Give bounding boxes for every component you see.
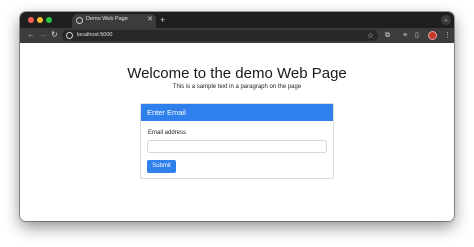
profile-avatar[interactable] bbox=[428, 31, 437, 40]
intro-paragraph: This is a sample text in a paragraph on … bbox=[172, 84, 302, 90]
page-title: Welcome to the demo Web Page bbox=[127, 65, 347, 82]
browser-window: Demo Web Page ✕ + ⌄ ← → ↻ localhost:5000… bbox=[20, 12, 454, 221]
menu-icon[interactable]: ⋮ bbox=[444, 31, 451, 40]
tab-strip: Demo Web Page ✕ + ⌄ bbox=[20, 12, 454, 28]
reload-icon[interactable]: ↻ bbox=[51, 30, 58, 40]
close-window-button[interactable] bbox=[28, 17, 34, 23]
browser-toolbar: ← → ↻ localhost:5000 ☆ ⧉ ≡ ▯ ⋮ bbox=[20, 28, 454, 43]
page-content: Welcome to the demo Web Page This is a s… bbox=[20, 43, 454, 221]
star-icon[interactable]: ☆ bbox=[367, 30, 374, 41]
extensions-icon[interactable]: ⧉ bbox=[385, 31, 390, 40]
email-form-card: Enter Email Email address Submit bbox=[140, 103, 334, 179]
close-icon[interactable]: ✕ bbox=[147, 15, 153, 25]
media-icon[interactable]: ≡ bbox=[403, 31, 407, 40]
address-bar[interactable]: localhost:5000 ☆ bbox=[62, 30, 378, 41]
maximize-window-button[interactable] bbox=[46, 17, 52, 23]
url-text[interactable]: localhost:5000 bbox=[77, 32, 112, 38]
tab-demo-web-page[interactable]: Demo Web Page ✕ bbox=[72, 14, 156, 28]
email-field[interactable] bbox=[147, 140, 327, 153]
card-title: Enter Email bbox=[147, 108, 186, 117]
side-panel-icon[interactable]: ▯ bbox=[415, 31, 419, 40]
submit-button[interactable]: Submit bbox=[147, 160, 176, 173]
email-label: Email address bbox=[148, 130, 187, 136]
plus-icon[interactable]: + bbox=[160, 15, 165, 25]
info-icon[interactable] bbox=[66, 32, 73, 39]
tab-title: Demo Web Page bbox=[86, 16, 128, 22]
forward-icon[interactable]: → bbox=[39, 30, 47, 40]
globe-icon bbox=[76, 17, 83, 24]
card-header: Enter Email bbox=[141, 104, 333, 121]
back-icon[interactable]: ← bbox=[27, 30, 35, 40]
chevron-down-icon[interactable]: ⌄ bbox=[441, 15, 451, 25]
minimize-window-button[interactable] bbox=[37, 17, 43, 23]
